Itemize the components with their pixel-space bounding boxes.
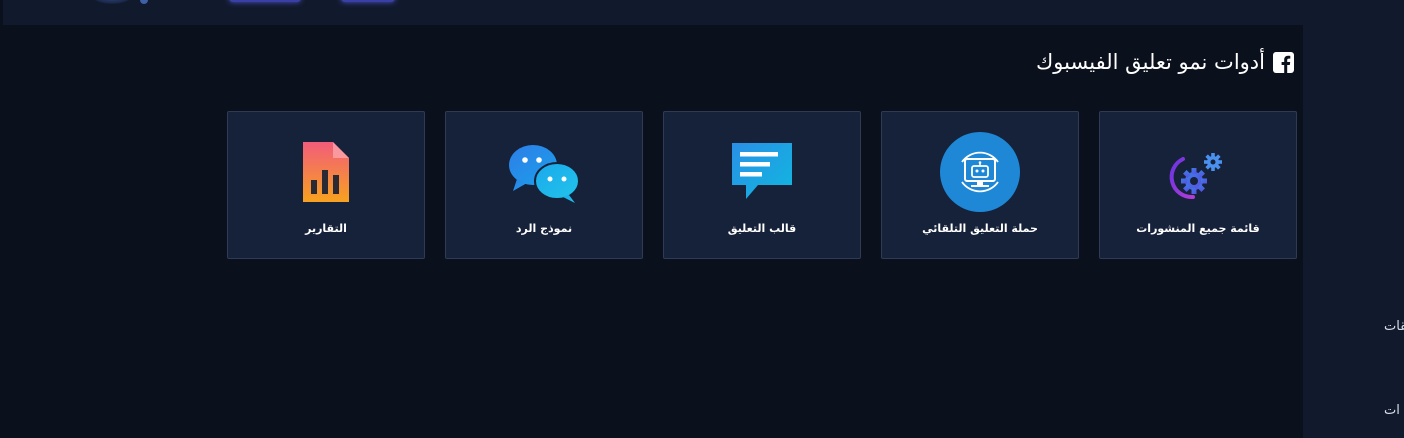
top-navbar: [3, 0, 1404, 25]
sidebar-item-label[interactable]: تطبيقات: [1384, 319, 1404, 334]
tool-card-comment-template[interactable]: قالب التعليق: [663, 111, 861, 259]
tool-card-label: حملة التعليق التلقائي: [922, 222, 1038, 235]
comment-template-icon: [722, 139, 802, 205]
navbar-button[interactable]: [229, 0, 301, 2]
tool-card-label: نموذج الرد: [515, 222, 573, 235]
sidebar: [1303, 25, 1404, 438]
tool-card-label: التقارير: [305, 222, 347, 235]
tool-card-reply-template[interactable]: نموذج الرد: [445, 111, 643, 259]
tool-card-label: قالب التعليق: [727, 222, 797, 235]
robot-icon: [940, 132, 1020, 212]
tool-card-label: قائمة جميع المنشورات: [1136, 222, 1260, 235]
gears-icon: [1158, 139, 1238, 205]
page-title-text: أدوات نمو تعليق الفيسبوك: [1036, 50, 1265, 74]
tool-card-all-posts[interactable]: قائمة جميع المنشورات: [1099, 111, 1297, 259]
sidebar-item-label[interactable]: ات: [1384, 403, 1400, 418]
tool-card-auto-comment-campaign[interactable]: حملة التعليق التلقائي: [881, 111, 1079, 259]
page-title: أدوات نمو تعليق الفيسبوك: [1036, 50, 1294, 74]
navbar-button[interactable]: [341, 0, 395, 2]
report-icon: [286, 139, 366, 205]
status-dot: [140, 0, 148, 4]
avatar[interactable]: [91, 0, 133, 4]
chat-bubbles-icon: [504, 139, 584, 205]
tool-card-reports[interactable]: التقارير: [227, 111, 425, 259]
facebook-icon: [1273, 51, 1294, 73]
